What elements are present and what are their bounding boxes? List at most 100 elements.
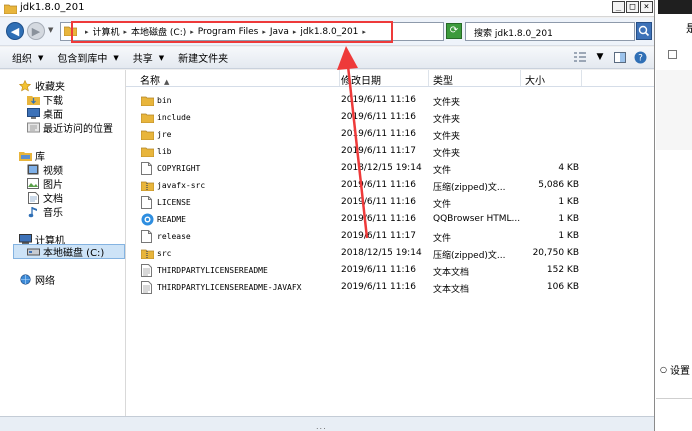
svg-text:?: ? (638, 53, 643, 63)
download-folder-icon (26, 94, 40, 106)
arrow-right-icon: ▶ (31, 24, 41, 38)
file-date: 2018/12/15 19:14 (341, 163, 422, 173)
table-row[interactable]: THIRDPARTYLICENSEREADME 2019/6/11 11:16 文本… (126, 262, 654, 279)
search-input[interactable]: 搜索 jdk1.8.0_201 (465, 22, 635, 41)
column-divider[interactable] (520, 70, 521, 86)
folder-icon (3, 3, 18, 17)
preview-pane-icon (614, 51, 626, 63)
nav-favorites[interactable]: 收藏夹 (18, 78, 65, 93)
forward-button[interactable]: ▶ (27, 22, 45, 40)
close-button[interactable]: × (640, 1, 653, 13)
browser-icon (141, 213, 155, 226)
share-menu[interactable]: 共享 ▼ (133, 50, 164, 66)
file-type: 文件夹 (433, 98, 461, 108)
address-bar[interactable]: ▸ 计算机 ▸ 本地磁盘 (C:) ▸ Program Files ▸ Java… (60, 22, 496, 41)
nav-music[interactable]: 音乐 (26, 204, 63, 219)
nav-label: 收藏夹 (35, 82, 65, 93)
resize-grip-icon[interactable]: ... (316, 422, 327, 431)
minimize-button[interactable]: _ (612, 1, 625, 13)
file-size: 20,750 KB (532, 248, 579, 258)
crumb-local-disk[interactable]: 本地磁盘 (C:) (131, 25, 186, 38)
view-options-button[interactable] (573, 50, 587, 64)
crumb-program-files[interactable]: Program Files (198, 27, 259, 37)
nav-videos[interactable]: 视频 (26, 162, 63, 177)
nav-local-disk[interactable]: 本地磁盘 (C:) (13, 244, 125, 259)
table-row[interactable]: COPYRIGHT 2018/12/15 19:14 文件 4 KB (126, 160, 654, 177)
radio-icon: ○ (660, 365, 667, 374)
file-type: 文件 (433, 166, 452, 176)
background-app: 是 ○ 设置 (656, 0, 692, 431)
maximize-button[interactable]: □ (626, 1, 639, 13)
nav-downloads[interactable]: 下载 (26, 92, 63, 107)
column-divider[interactable] (428, 70, 429, 86)
column-type[interactable]: 类型 (433, 72, 453, 87)
include-in-library-menu[interactable]: 包含到库中 ▼ (57, 50, 118, 66)
crumb-computer[interactable]: 计算机 (93, 25, 120, 38)
file-type: 文件 (433, 234, 452, 244)
table-row[interactable]: THIRDPARTYLICENSEREADME-JAVAFX 2019/6/11 … (126, 279, 654, 296)
recent-places-icon (26, 122, 40, 134)
nav-recent-places[interactable]: 最近访问的位置 (26, 120, 113, 135)
crumb-java[interactable]: Java (270, 27, 289, 37)
new-folder-button[interactable]: 新建文件夹 (178, 50, 228, 65)
file-name: jre (157, 130, 172, 139)
file-size: 106 KB (546, 282, 579, 292)
table-row[interactable]: include 2019/6/11 11:16 文件夹 (126, 109, 654, 126)
chevron-right-icon[interactable]: ▸ (190, 28, 194, 36)
chevron-right-icon[interactable]: ▸ (362, 28, 366, 36)
column-size[interactable]: 大小 (525, 72, 545, 87)
title-bar[interactable]: jdk1.8.0_201 _ □ × (0, 0, 654, 17)
file-type: 文件夹 (433, 132, 461, 142)
search-button[interactable] (636, 22, 652, 40)
chevron-right-icon[interactable]: ▸ (124, 28, 128, 36)
table-row[interactable]: jre 2019/6/11 11:16 文件夹 (126, 126, 654, 143)
background-app-panel (656, 70, 692, 150)
include-label: 包含到库中 (57, 54, 108, 65)
table-row[interactable]: src 2018/12/15 19:14 压缩(zipped)文... 20,750 … (126, 245, 654, 262)
file-size: 1 KB (558, 214, 579, 224)
table-row[interactable]: lib 2019/6/11 11:17 文件夹 (126, 143, 654, 160)
settings-link[interactable]: ○ 设置 (660, 362, 690, 377)
file-type: 文件 (433, 200, 452, 210)
table-row[interactable]: README 2019/6/11 11:16 QQBrowser HTML... 1 … (126, 211, 654, 228)
nav-documents[interactable]: 文档 (26, 190, 63, 205)
table-row[interactable]: LICENSE 2019/6/11 11:16 文件 1 KB (126, 194, 654, 211)
nav-network[interactable]: 网络 (18, 272, 55, 287)
background-app-titlebar (658, 0, 692, 14)
table-row[interactable]: javafx-src 2019/6/11 11:16 压缩(zipped)文... 5… (126, 177, 654, 194)
help-button[interactable]: ? (633, 50, 647, 64)
back-button[interactable]: ◀ (6, 22, 24, 40)
zip-icon (141, 247, 155, 260)
table-row[interactable]: bin 2019/6/11 11:16 文件夹 (126, 92, 654, 109)
command-bar: 组织 ▼ 包含到库中 ▼ 共享 ▼ 新建文件夹 ▼ ? (0, 47, 654, 69)
checkbox[interactable] (668, 50, 677, 59)
chevron-right-icon[interactable]: ▸ (293, 28, 297, 36)
file-name: bin (157, 96, 172, 105)
drive-icon (26, 246, 40, 258)
column-date[interactable]: 修改日期 (341, 72, 381, 87)
file-size: 152 KB (546, 265, 579, 275)
file-date: 2018/12/15 19:14 (341, 248, 422, 258)
organize-menu[interactable]: 组织 ▼ (12, 50, 44, 66)
nav-label: 下载 (43, 96, 63, 107)
file-date: 2019/6/11 11:16 (341, 180, 416, 190)
table-row[interactable]: release 2019/6/11 11:17 文件 1 KB (126, 228, 654, 245)
column-divider[interactable] (581, 70, 582, 86)
chevron-right-icon[interactable]: ▸ (262, 28, 266, 36)
chevron-right-icon[interactable]: ▸ (85, 28, 89, 36)
file-size: 1 KB (558, 197, 579, 207)
nav-desktop[interactable]: 桌面 (26, 106, 63, 121)
crumb-jdk[interactable]: jdk1.8.0_201 (300, 27, 358, 37)
refresh-button[interactable]: ⟳ (446, 23, 462, 39)
navigation-pane: 收藏夹 下载 桌面 最近访问的位置 库 视频 图片 文档 音乐 计算机 本地磁盘… (0, 70, 126, 416)
nav-libraries[interactable]: 库 (18, 148, 45, 163)
column-divider[interactable] (339, 70, 340, 86)
history-dropdown-icon[interactable]: ▼ (48, 26, 53, 34)
preview-pane-button[interactable] (613, 50, 627, 64)
nav-pictures[interactable]: 图片 (26, 176, 63, 191)
file-name: THIRDPARTYLICENSEREADME-JAVAFX (157, 283, 302, 292)
view-dropdown-icon[interactable]: ▼ (593, 50, 607, 64)
column-name[interactable]: 名称 ▲ (140, 72, 169, 87)
zip-icon (141, 179, 155, 192)
chevron-down-icon: ▼ (38, 53, 44, 62)
